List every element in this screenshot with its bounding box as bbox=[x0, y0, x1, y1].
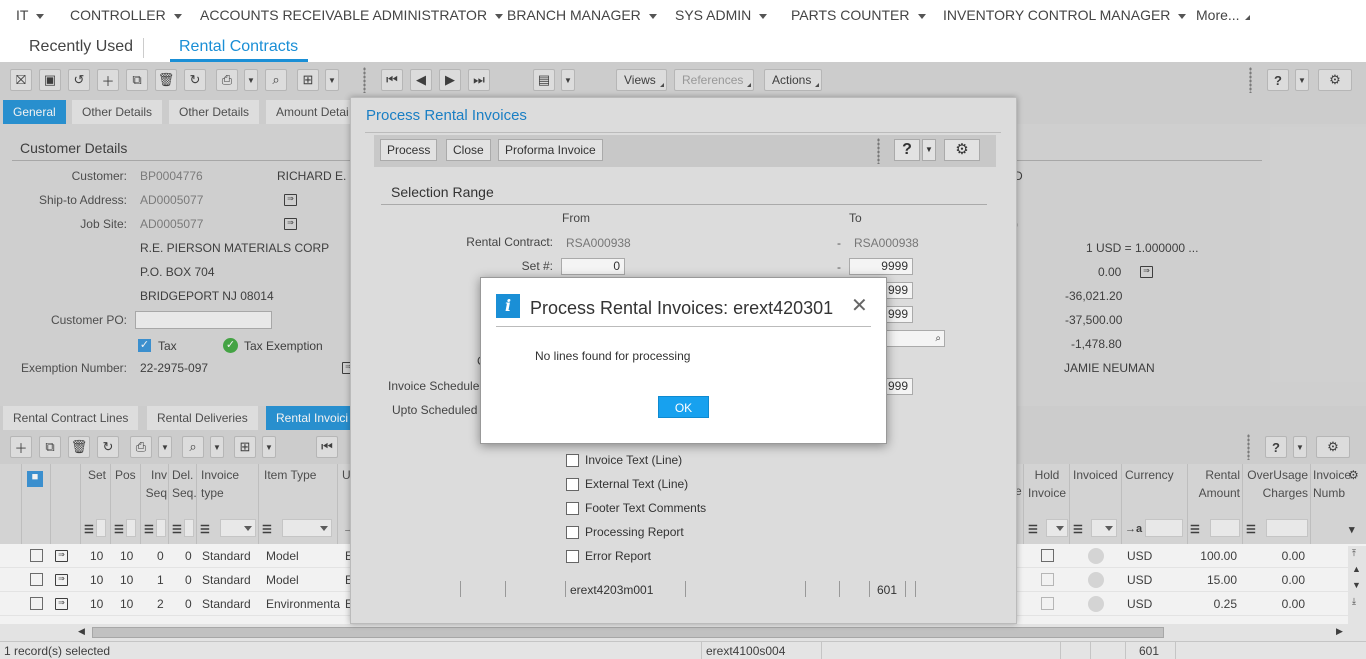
range-dash: - bbox=[837, 236, 841, 250]
error-report-checkbox[interactable] bbox=[566, 550, 579, 563]
toolbar-separator bbox=[877, 138, 880, 164]
info-dialog: i Process Rental Invoices: erext420301 ✕… bbox=[480, 277, 887, 444]
menu-more[interactable]: More... bbox=[1196, 7, 1250, 23]
panel-session-code: erext4203m001 bbox=[570, 583, 654, 597]
status-divider bbox=[685, 581, 686, 597]
menu-label: SYS ADMIN bbox=[675, 7, 752, 23]
external-text-line-checkbox[interactable] bbox=[566, 478, 579, 491]
menu-inventory-control[interactable]: INVENTORY CONTROL MANAGER bbox=[943, 7, 1187, 23]
menu-controller[interactable]: CONTROLLER bbox=[70, 7, 182, 23]
menu-sys-admin[interactable]: SYS ADMIN bbox=[675, 7, 768, 23]
more-icon bbox=[1244, 15, 1250, 20]
lookup-search-icon[interactable]: ⌕ bbox=[935, 331, 941, 346]
status-divider bbox=[565, 581, 566, 597]
status-divider bbox=[869, 581, 870, 597]
menu-label: CONTROLLER bbox=[70, 7, 166, 23]
chevron-down-icon bbox=[917, 13, 926, 19]
top-menu: IT CONTROLLER ACCOUNTS RECEIVABLE ADMINI… bbox=[0, 0, 1366, 32]
divider bbox=[143, 38, 144, 58]
status-divider bbox=[805, 581, 806, 597]
chevron-down-icon bbox=[36, 13, 45, 19]
close-icon[interactable]: ✕ bbox=[851, 296, 868, 316]
upto-scheduled-label: Upto Scheduled bbox=[392, 403, 478, 417]
chevron-down-icon bbox=[173, 13, 182, 19]
menu-ar-admin[interactable]: ACCOUNTS RECEIVABLE ADMINISTRATOR bbox=[200, 7, 504, 23]
menu-label: BRANCH MANAGER bbox=[507, 7, 641, 23]
dialog-message: No lines found for processing bbox=[535, 349, 691, 363]
invoice-text-line-checkbox[interactable] bbox=[566, 454, 579, 467]
rental-contract-label: Rental Contract: bbox=[466, 235, 553, 249]
status-divider bbox=[905, 581, 906, 597]
range-dash: - bbox=[837, 260, 841, 274]
close-button[interactable]: Close bbox=[446, 139, 491, 161]
menu-label: More... bbox=[1196, 7, 1240, 23]
menu-it[interactable]: IT bbox=[16, 7, 45, 23]
panel-toolbar: Process Close Proforma Invoice ? ▼ ⚙ bbox=[374, 135, 996, 167]
chevron-down-icon bbox=[495, 13, 504, 19]
ok-button[interactable]: OK bbox=[658, 396, 709, 418]
set-label: Set #: bbox=[521, 259, 553, 273]
help-dropdown-icon[interactable]: ▼ bbox=[922, 139, 936, 161]
menu-label: IT bbox=[16, 7, 29, 23]
dialog-divider bbox=[496, 326, 871, 327]
processing-report-checkbox[interactable] bbox=[566, 526, 579, 539]
help-icon[interactable]: ? bbox=[894, 139, 920, 161]
proforma-invoice-button[interactable]: Proforma Invoice bbox=[498, 139, 603, 161]
panel-title: Process Rental Invoices bbox=[366, 107, 527, 124]
menu-branch-manager[interactable]: BRANCH MANAGER bbox=[507, 7, 657, 23]
error-report-label: Error Report bbox=[585, 549, 652, 563]
session-tabs: Recently Used Rental Contracts bbox=[0, 32, 1366, 62]
processing-report-label: Processing Report bbox=[585, 525, 684, 539]
menu-label: PARTS COUNTER bbox=[791, 7, 910, 23]
menu-label: ACCOUNTS RECEIVABLE ADMINISTRATOR bbox=[200, 7, 488, 23]
status-divider bbox=[915, 581, 916, 597]
status-divider bbox=[460, 581, 461, 597]
status-divider bbox=[839, 581, 840, 597]
dialog-title: Process Rental Invoices: erext420301 bbox=[530, 298, 834, 318]
invoice-text-line-label: Invoice Text (Line) bbox=[585, 453, 683, 467]
chevron-down-icon bbox=[759, 13, 768, 19]
chevron-down-icon bbox=[1178, 13, 1187, 19]
menu-parts-counter[interactable]: PARTS COUNTER bbox=[791, 7, 926, 23]
section-divider bbox=[381, 204, 987, 205]
set-to-input[interactable]: 9999 bbox=[849, 258, 913, 275]
panel-company-code: 601 bbox=[877, 583, 898, 597]
footer-text-comments-checkbox[interactable] bbox=[566, 502, 579, 515]
selection-range-title: Selection Range bbox=[391, 184, 494, 200]
to-header: To bbox=[849, 211, 862, 225]
rental-contract-from[interactable]: RSA000938 bbox=[566, 236, 631, 250]
set-from-input[interactable]: 0 bbox=[561, 258, 625, 275]
settings-gear-icon[interactable]: ⚙ bbox=[944, 139, 980, 161]
external-text-line-label: External Text (Line) bbox=[585, 477, 689, 491]
info-icon: i bbox=[496, 294, 520, 318]
status-divider bbox=[505, 581, 506, 597]
from-header: From bbox=[562, 211, 590, 225]
panel-divider bbox=[365, 132, 1001, 133]
footer-text-comments-label: Footer Text Comments bbox=[585, 501, 707, 515]
invoice-schedule-label: Invoice Schedule bbox=[388, 379, 480, 393]
tab-rental-contracts[interactable]: Rental Contracts bbox=[179, 38, 298, 56]
chevron-down-icon bbox=[648, 13, 657, 19]
panel-status-bar: erext4203m001 601 bbox=[351, 578, 1018, 602]
tab-recently-used[interactable]: Recently Used bbox=[29, 38, 133, 56]
rental-contract-to[interactable]: RSA000938 bbox=[854, 236, 919, 250]
process-button[interactable]: Process bbox=[380, 139, 438, 161]
menu-label: INVENTORY CONTROL MANAGER bbox=[943, 7, 1171, 23]
